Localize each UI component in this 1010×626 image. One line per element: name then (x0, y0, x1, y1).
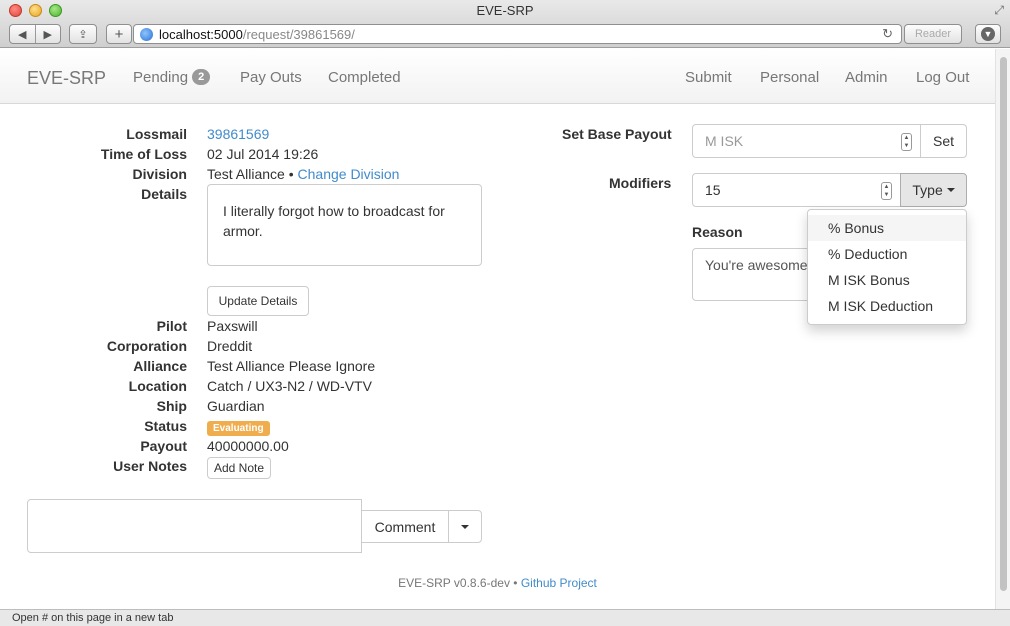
modifier-value-input[interactable]: 15 ▲ ▼ (692, 173, 901, 207)
base-payout-placeholder: M ISK (705, 133, 744, 149)
vertical-scrollbar[interactable] (995, 49, 1010, 609)
reload-icon[interactable]: ↻ (882, 26, 893, 42)
nav-pending[interactable]: Pending 2 (133, 69, 211, 86)
globe-icon (140, 27, 153, 41)
lossmail-label: Lossmail (126, 126, 187, 142)
nav-admin[interactable]: Admin (845, 69, 888, 86)
division-value-row: Test Alliance • Change Division (207, 166, 399, 182)
type-option-isk-bonus[interactable]: M ISK Bonus (808, 267, 966, 293)
set-payout-button[interactable]: Set (920, 124, 967, 158)
division-value: Test Alliance (207, 166, 285, 182)
status-badge: Evaluating (207, 421, 270, 436)
division-separator: • (284, 166, 298, 182)
lossmail-link[interactable]: 39861569 (207, 126, 269, 142)
nav-logout[interactable]: Log Out (916, 69, 969, 86)
modifier-value: 15 (705, 182, 721, 198)
back-forward-buttons: ◀ ▶ (9, 24, 61, 44)
forward-icon[interactable]: ▶ (36, 28, 61, 41)
base-payout-input[interactable]: M ISK ▲ ▼ (692, 124, 921, 158)
number-spinner-icon[interactable]: ▲ ▼ (901, 133, 912, 151)
ship-label: Ship (156, 398, 187, 414)
modifier-type-button[interactable]: Type (900, 173, 967, 207)
details-textarea[interactable]: I literally forgot how to broadcast for … (207, 184, 482, 266)
number-spinner-icon[interactable]: ▲ ▼ (881, 182, 892, 200)
payout-value: 40000000.00 (207, 438, 289, 454)
fullscreen-icon[interactable]: ⤢ (994, 3, 1004, 18)
comment-options-button[interactable] (448, 510, 482, 543)
nav-payouts[interactable]: Pay Outs (240, 69, 302, 86)
navbar: EVE-SRP Pending 2 Pay Outs Completed Subm… (0, 49, 995, 104)
nav-personal[interactable]: Personal (760, 69, 819, 86)
download-icon: ▼ (981, 27, 995, 41)
comment-textarea[interactable] (27, 499, 362, 553)
corporation-label: Corporation (106, 338, 187, 354)
status-label: Status (144, 418, 187, 434)
version-text: EVE-SRP v0.8.6-dev (398, 576, 510, 590)
modifier-type-label: Type (912, 182, 943, 198)
address-bar[interactable]: localhost:5000 /request/39861569/ ↻ (133, 24, 902, 44)
downloads-button[interactable]: ▼ (975, 24, 1001, 44)
change-division-link[interactable]: Change Division (298, 166, 400, 182)
time-of-loss-value: 02 Jul 2014 19:26 (207, 146, 319, 162)
update-details-button[interactable]: Update Details (207, 286, 309, 316)
location-value: Catch / UX3-N2 / WD-VTV (207, 378, 372, 394)
url-host: localhost:5000 (159, 26, 243, 42)
scrollbar-thumb[interactable] (1000, 57, 1007, 591)
modifier-type-dropdown: % Bonus % Deduction M ISK Bonus M ISK De… (807, 209, 967, 325)
footer-separator: • (509, 576, 521, 590)
url-path: /request/39861569/ (242, 26, 355, 42)
window-title: EVE-SRP (476, 3, 534, 18)
comment-button[interactable]: Comment (361, 510, 449, 543)
back-icon[interactable]: ◀ (10, 28, 35, 41)
pilot-value: Paxswill (207, 318, 258, 334)
pending-count-badge: 2 (192, 69, 211, 85)
corporation-value: Dreddit (207, 338, 253, 354)
share-icon: ⇪ (78, 28, 88, 41)
type-option-percent-deduction[interactable]: % Deduction (808, 241, 966, 267)
nav-pending-label: Pending (133, 69, 189, 86)
footer: EVE-SRP v0.8.6-dev • Github Project (0, 576, 995, 590)
share-button[interactable]: ⇪ (69, 24, 97, 44)
type-option-isk-deduction[interactable]: M ISK Deduction (808, 293, 966, 319)
caret-down-icon (461, 524, 469, 529)
alliance-label: Alliance (133, 358, 187, 374)
details-label: Details (141, 186, 187, 202)
add-note-button[interactable]: Add Note (207, 457, 271, 479)
division-label: Division (132, 166, 187, 182)
status-cell: Evaluating (207, 418, 270, 436)
nav-completed[interactable]: Completed (328, 69, 401, 86)
alliance-value: Test Alliance Please Ignore (207, 358, 376, 374)
reason-label: Reason (692, 224, 743, 240)
caret-down-icon (946, 188, 955, 192)
nav-submit[interactable]: Submit (685, 69, 732, 86)
type-option-percent-bonus[interactable]: % Bonus (808, 215, 966, 241)
location-label: Location (128, 378, 187, 394)
time-of-loss-label: Time of Loss (100, 146, 187, 162)
user-notes-label: User Notes (113, 458, 187, 474)
modifiers-label: Modifiers (609, 175, 672, 191)
browser-status-bar: Open # on this page in a new tab (0, 609, 1010, 626)
ship-value: Guardian (207, 398, 265, 414)
github-link[interactable]: Github Project (521, 576, 597, 590)
add-bookmark-button[interactable]: + (106, 24, 132, 44)
payout-label: Payout (140, 438, 187, 454)
browser-chrome: EVE-SRP ⤢ ◀ ▶ ⇪ + localhost:5000 /reques… (0, 0, 1010, 48)
pilot-label: Pilot (156, 318, 187, 334)
brand-link[interactable]: EVE-SRP (27, 68, 106, 89)
set-base-payout-label: Set Base Payout (562, 126, 672, 142)
reader-button[interactable]: Reader (904, 24, 962, 44)
